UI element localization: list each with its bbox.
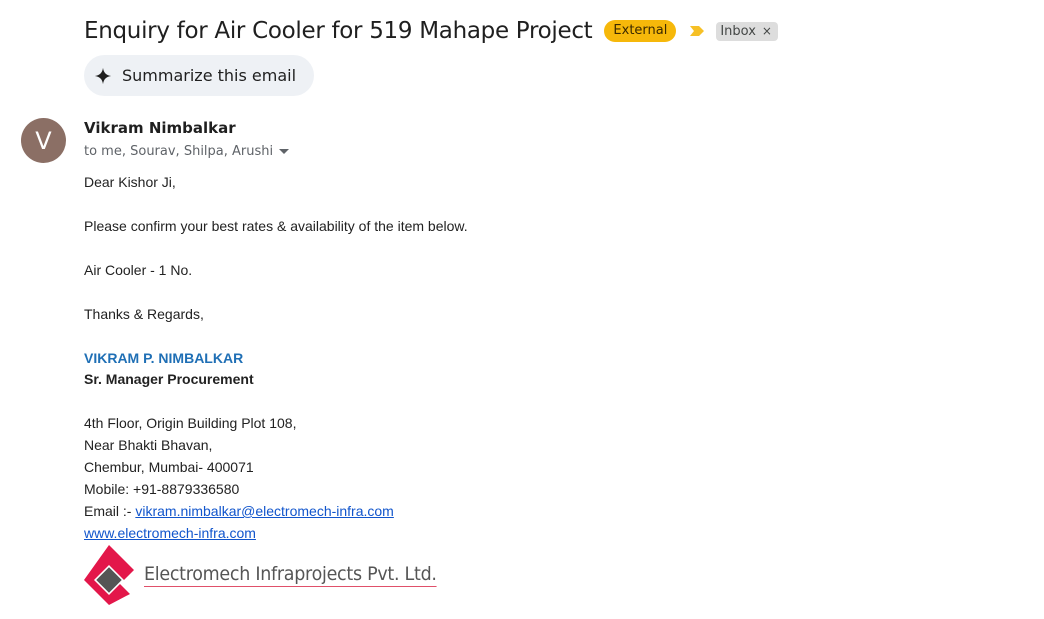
inbox-label-text: Inbox	[720, 23, 756, 39]
body-line: Please confirm your best rates & availab…	[84, 218, 468, 234]
company-logo-mark-icon	[84, 545, 134, 605]
signature-address-line: Near Bhakti Bhavan,	[84, 437, 213, 453]
signature-website-row: www.electromech-infra.com	[84, 525, 256, 541]
email-view: Enquiry for Air Cooler for 519 Mahape Pr…	[0, 0, 1044, 619]
sender-avatar[interactable]: V	[21, 118, 66, 163]
summarize-label: Summarize this email	[122, 66, 297, 85]
sender-name[interactable]: Vikram Nimbalkar	[84, 119, 236, 137]
signature-mobile: Mobile: +91-8879336580	[84, 481, 240, 497]
recipients-text: to me, Sourav, Shilpa, Arushi	[84, 144, 274, 159]
inbox-label: Inbox ×	[716, 21, 778, 41]
signature-email-link[interactable]: vikram.nimbalkar@electromech-infra.com	[135, 503, 394, 519]
show-details-icon[interactable]	[279, 149, 290, 154]
sparkle-icon	[94, 67, 112, 84]
remove-label-icon[interactable]: ×	[762, 22, 772, 41]
signature-email-prefix: Email :-	[84, 503, 136, 519]
signature-website-link[interactable]: www.electromech-infra.com	[84, 525, 256, 541]
subject-row: Enquiry for Air Cooler for 519 Mahape Pr…	[84, 14, 778, 48]
signature-address-line: 4th Floor, Origin Building Plot 108,	[84, 415, 297, 431]
signature-address-line: Chembur, Mumbai- 400071	[84, 459, 254, 475]
body-closing: Thanks & Regards,	[84, 306, 204, 322]
body-line: Air Cooler - 1 No.	[84, 262, 193, 278]
importance-marker-icon[interactable]	[688, 23, 706, 39]
summarize-button[interactable]: Summarize this email	[84, 55, 315, 96]
signature-title: Sr. Manager Procurement	[84, 371, 254, 387]
company-logo: Electromech Infraprojects Pvt. Ltd.	[82, 544, 462, 606]
email-subject: Enquiry for Air Cooler for 519 Mahape Pr…	[84, 18, 593, 44]
recipients-line: to me, Sourav, Shilpa, Arushi	[84, 144, 290, 159]
signature-name: VIKRAM P. NIMBALKAR	[84, 350, 244, 366]
body-greeting: Dear Kishor Ji,	[84, 174, 176, 190]
external-badge: External	[604, 20, 677, 42]
company-logo-text: Electromech Infraprojects Pvt. Ltd.	[144, 563, 437, 587]
signature-email-row: Email :- vikram.nimbalkar@electromech-in…	[84, 503, 394, 519]
